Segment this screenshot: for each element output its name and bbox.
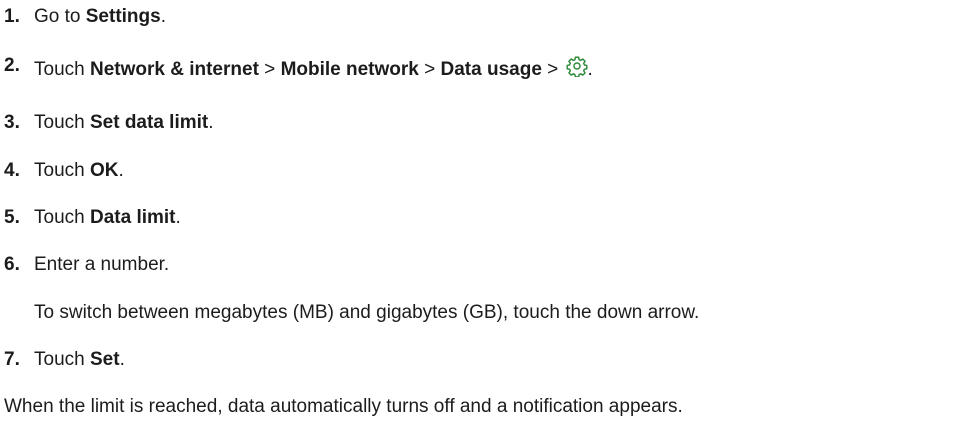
- step-6: 6. Enter a number.: [4, 254, 169, 279]
- step-number: 2.: [4, 55, 20, 76]
- step-2: 2. Touch Network & internet > Mobile net…: [4, 55, 593, 80]
- step-5: 5. Touch Data limit.: [4, 207, 181, 232]
- step-number: 3.: [4, 112, 20, 133]
- step-1: 1. Go to Settings.: [4, 6, 166, 31]
- step-number: 1.: [4, 6, 20, 27]
- step-text: Enter a number.: [34, 254, 170, 275]
- gear-icon: [566, 55, 588, 78]
- step-text: Touch Network & internet > Mobile networ…: [34, 55, 593, 82]
- step-3: 3. Touch Set data limit.: [4, 112, 214, 137]
- step-number: 7.: [4, 349, 20, 370]
- step-text: Touch OK.: [34, 160, 124, 181]
- step-number: 5.: [4, 207, 20, 228]
- step-number: 6.: [4, 254, 20, 275]
- step-4: 4. Touch OK.: [4, 160, 124, 185]
- step-text: Touch Set.: [34, 349, 125, 370]
- step-text: Go to Settings.: [34, 6, 166, 27]
- closing-note: When the limit is reached, data automati…: [4, 396, 683, 417]
- step-6-note: To switch between megabytes (MB) and gig…: [34, 302, 700, 323]
- step-number: 4.: [4, 160, 20, 181]
- step-7: 7. Touch Set.: [4, 349, 125, 374]
- step-text: Touch Set data limit.: [34, 112, 214, 133]
- step-text: Touch Data limit.: [34, 207, 181, 228]
